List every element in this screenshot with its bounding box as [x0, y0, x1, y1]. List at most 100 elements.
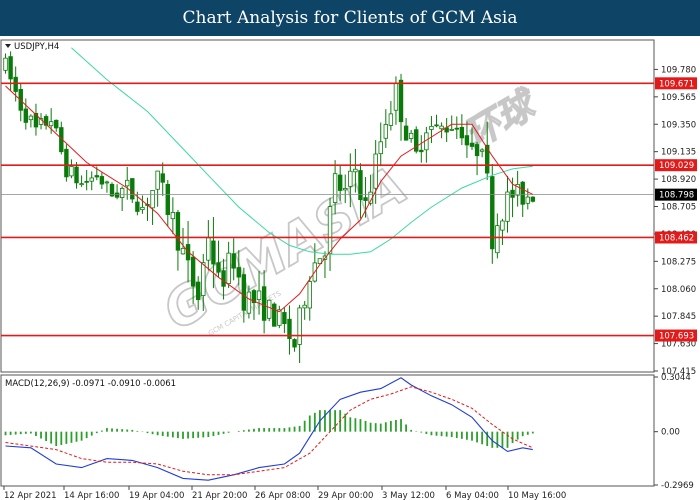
price-y-tick-label: 108.275 [661, 257, 696, 267]
candle-body [89, 177, 94, 182]
candle-body [231, 253, 236, 269]
candle-body [469, 142, 475, 147]
candle-body [414, 129, 419, 152]
candle-body [84, 180, 89, 183]
x-tick-label: 10 May 16:00 [508, 491, 566, 500]
candle-body [292, 339, 297, 348]
candle-body [266, 299, 272, 319]
candle-body [454, 127, 459, 130]
candle-body [474, 144, 480, 157]
x-tick-label: 29 Apr 00:00 [318, 491, 373, 500]
current-price-label: 108.798 [659, 191, 694, 201]
macd-y-tick-label: -0.2969 [661, 481, 694, 491]
price-y-tick-label: 108.060 [661, 285, 696, 295]
candle-body [520, 181, 525, 205]
candle-body [363, 197, 368, 201]
candle-body [297, 307, 302, 345]
candle-body [307, 281, 312, 309]
candle-body [69, 166, 74, 177]
candle-body [135, 201, 140, 212]
x-tick-label: 21 Apr 20:00 [192, 491, 247, 500]
candle-body [74, 166, 79, 184]
candle-body [434, 124, 439, 127]
candle-body [196, 281, 201, 301]
candle-body [211, 240, 216, 265]
candle-body [439, 125, 444, 130]
chart-canvas: GCMASIA 环球 GCM CAPITAL MARKETS 109.78010… [0, 39, 697, 500]
candle-body [175, 212, 181, 251]
candle-body [256, 290, 262, 301]
candle-body [337, 174, 343, 191]
candle-body [348, 170, 353, 187]
candle-body [429, 125, 434, 130]
candle-body [332, 173, 338, 203]
symbol-label: USDJPY,H4 [14, 42, 59, 52]
candle-body [282, 312, 287, 324]
level-price-label: 109.029 [659, 161, 694, 171]
candle-body [246, 291, 252, 314]
candle-body [327, 206, 333, 254]
time-x-axis: 12 Apr 2021 14 Apr 16:00 19 Apr 04:00 21 Ap… [3, 486, 566, 500]
candle-body [130, 178, 135, 200]
candle-body [48, 121, 54, 127]
macd-panel-frame [0, 374, 655, 487]
candle-body [525, 196, 530, 204]
candle-body [464, 135, 470, 146]
chart-title-bar: Chart Analysis for Clients of GCM Asia [0, 0, 700, 36]
candle-body [530, 196, 536, 202]
candle-body [13, 76, 18, 92]
candle-body [408, 132, 414, 139]
x-tick-label: 14 Apr 16:00 [64, 491, 119, 500]
candle-body [343, 188, 348, 191]
candle-body [272, 303, 277, 327]
candle-body [383, 124, 389, 139]
x-tick-label: 3 May 12:00 [382, 491, 435, 500]
candle-body [201, 262, 206, 296]
macd-y-tick-label: 0.3044 [661, 373, 691, 383]
candle-body [54, 119, 59, 129]
candle-body [160, 173, 165, 183]
candle-body [150, 189, 155, 209]
candle-body [373, 153, 378, 189]
candle-body [398, 79, 404, 123]
candle-body [419, 149, 424, 153]
candle-body [261, 286, 267, 321]
x-tick-label: 19 Apr 04:00 [129, 491, 184, 500]
candle-body [8, 56, 13, 80]
macd-y-axis: 0.3044 0.00 -0.2969 [654, 373, 694, 491]
candle-body [459, 126, 465, 139]
candle-body [28, 115, 34, 121]
candle-body [170, 212, 176, 220]
candle-body [190, 256, 196, 287]
candle-body [241, 274, 247, 311]
candle-body [226, 252, 231, 284]
candle-body [140, 206, 145, 211]
candle-body [302, 304, 307, 309]
candle-body [236, 267, 241, 278]
candle-body [109, 183, 115, 197]
price-y-tick-label: 109.350 [661, 120, 696, 130]
candle-body [114, 192, 120, 198]
candle-body [221, 270, 226, 287]
candle-body [119, 187, 125, 198]
candle-body [510, 189, 515, 198]
price-y-tick-label: 107.845 [661, 312, 696, 322]
candle-body [216, 262, 221, 273]
candle-body [180, 247, 186, 255]
candle-body [358, 170, 363, 200]
candle-body [449, 128, 454, 131]
candle-body [500, 220, 505, 231]
level-price-label: 109.671 [659, 79, 694, 89]
candle-body [99, 176, 105, 185]
chart-title: Chart Analysis for Clients of GCM Asia [182, 8, 518, 28]
price-y-tick-label: 108.920 [661, 175, 696, 185]
x-tick-label: 12 Apr 2021 [4, 491, 57, 500]
candle-body [3, 57, 8, 71]
candle-body [495, 225, 500, 254]
candle-body [353, 168, 358, 173]
candle-body [165, 183, 170, 215]
candle-body [23, 108, 29, 123]
candle-body [388, 113, 394, 126]
price-y-tick-label: 109.565 [661, 93, 696, 103]
price-y-tick-label: 109.135 [661, 148, 696, 158]
